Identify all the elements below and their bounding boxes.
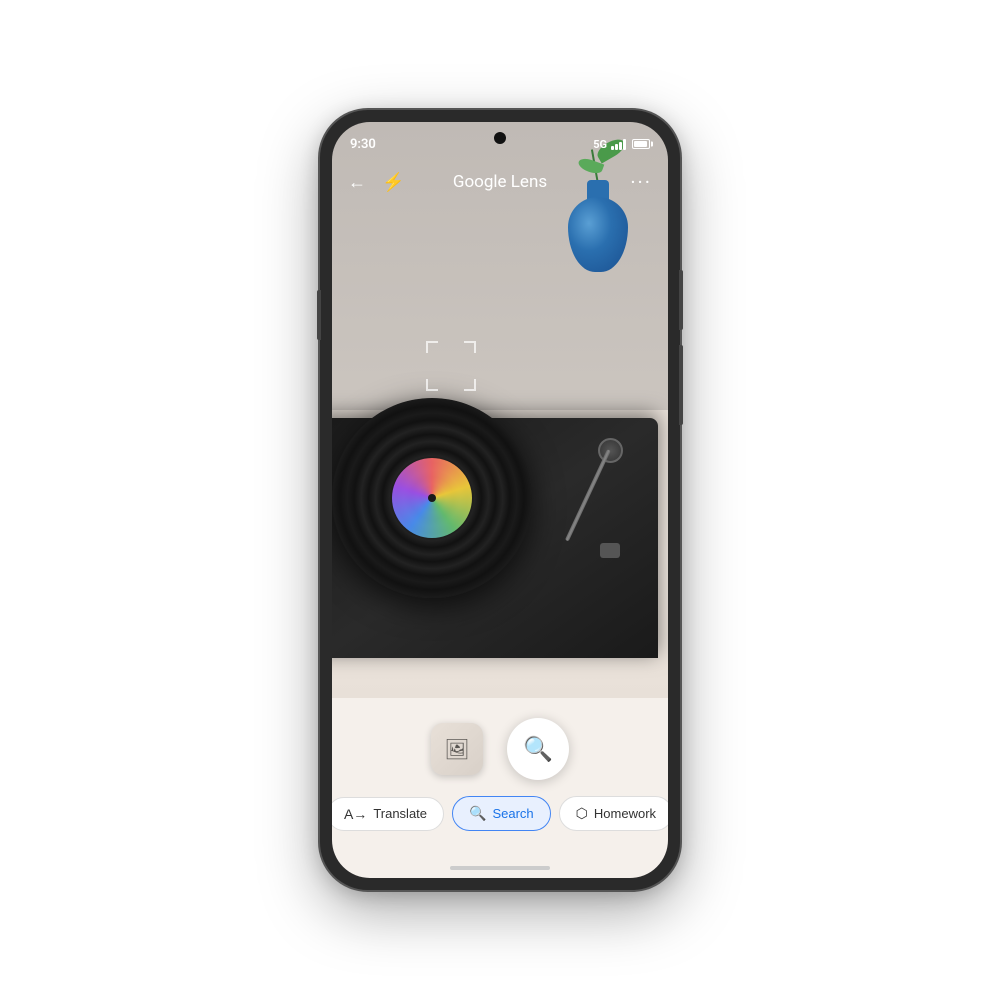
more-options-button[interactable]: ··· xyxy=(630,170,652,194)
search-tab[interactable]: 🔍 Search xyxy=(452,796,551,831)
vase-body xyxy=(568,197,628,272)
back-button[interactable]: ← xyxy=(348,172,366,193)
scan-corner-tl xyxy=(426,341,438,353)
search-label: Search xyxy=(492,806,533,821)
camera-view xyxy=(332,122,668,698)
scan-corner-tr xyxy=(464,341,476,353)
signal-icon xyxy=(611,138,626,150)
navigation-bar: ← ⚡ Google Lens ··· xyxy=(332,158,668,206)
bottom-panel: 🖼 🔍 A→ Translate 🔍 Search ⬡ xyxy=(332,698,668,878)
silent-button xyxy=(317,290,321,340)
phone-device: 9:30 5G ← ⚡ Google Lens ··· xyxy=(320,110,680,890)
thumbnail-button[interactable]: 🖼 xyxy=(431,723,483,775)
translate-icon: A→ xyxy=(344,806,367,822)
phone-screen: 9:30 5G ← ⚡ Google Lens ··· xyxy=(332,122,668,878)
scan-corner-br xyxy=(464,379,476,391)
camera-controls: 🖼 🔍 xyxy=(431,698,569,792)
action-tabs: A→ Translate 🔍 Search ⬡ Homework xyxy=(332,792,668,835)
tonearm xyxy=(548,438,628,578)
flash-button[interactable]: ⚡ xyxy=(382,172,404,193)
scan-frame xyxy=(426,341,476,391)
thumbnail-icon: 🖼 xyxy=(444,737,469,762)
vinyl-record xyxy=(332,398,532,598)
turntable-body xyxy=(332,418,658,658)
power-button xyxy=(679,270,683,330)
translate-label: Translate xyxy=(373,806,427,821)
homework-label: Homework xyxy=(594,806,656,821)
search-tab-icon: 🔍 xyxy=(469,805,486,822)
status-icons: 5G xyxy=(593,138,650,151)
volume-button xyxy=(679,345,683,425)
homework-icon: ⬡ xyxy=(576,805,588,822)
turntable xyxy=(332,398,658,658)
battery-icon xyxy=(632,139,650,149)
tonearm-arm xyxy=(565,449,611,541)
lens-search-button[interactable]: 🔍 xyxy=(507,718,569,780)
status-time: 9:30 xyxy=(350,137,376,152)
translate-tab[interactable]: A→ Translate xyxy=(332,797,444,831)
scan-corner-bl xyxy=(426,379,438,391)
app-title: Google Lens xyxy=(453,172,547,192)
search-lens-icon: 🔍 xyxy=(523,735,553,764)
home-indicator xyxy=(450,866,550,870)
homework-tab[interactable]: ⬡ Homework xyxy=(559,796,668,831)
network-indicator: 5G xyxy=(593,138,607,151)
tonearm-head xyxy=(600,543,620,558)
nav-left-controls: ← ⚡ xyxy=(348,172,404,193)
vinyl-center-hole xyxy=(428,494,436,502)
front-camera xyxy=(494,132,506,144)
